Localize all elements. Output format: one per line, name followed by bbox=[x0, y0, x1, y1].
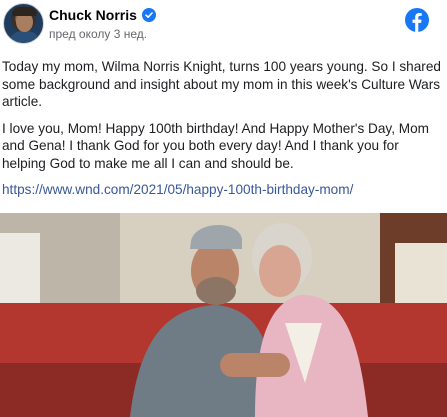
author-avatar[interactable] bbox=[3, 3, 44, 44]
post-photo[interactable] bbox=[0, 213, 447, 417]
author-name[interactable]: Chuck Norris bbox=[49, 7, 137, 23]
post-header: Chuck Norris пред околу 3 нед. bbox=[0, 0, 447, 52]
photo-illustration bbox=[0, 213, 447, 417]
verified-badge-icon bbox=[141, 8, 156, 22]
facebook-logo-icon bbox=[405, 8, 429, 32]
post-timestamp[interactable]: пред околу 3 нед. bbox=[49, 27, 147, 41]
article-link[interactable]: https://www.wnd.com/2021/05/happy-100th-… bbox=[2, 181, 442, 199]
post-paragraph: Today my mom, Wilma Norris Knight, turns… bbox=[2, 59, 441, 109]
author-name-row: Chuck Norris bbox=[49, 7, 156, 23]
post-paragraph: I love you, Mom! Happy 100th birthday! A… bbox=[2, 120, 429, 171]
post-body: Today my mom, Wilma Norris Knight, turns… bbox=[2, 58, 442, 199]
